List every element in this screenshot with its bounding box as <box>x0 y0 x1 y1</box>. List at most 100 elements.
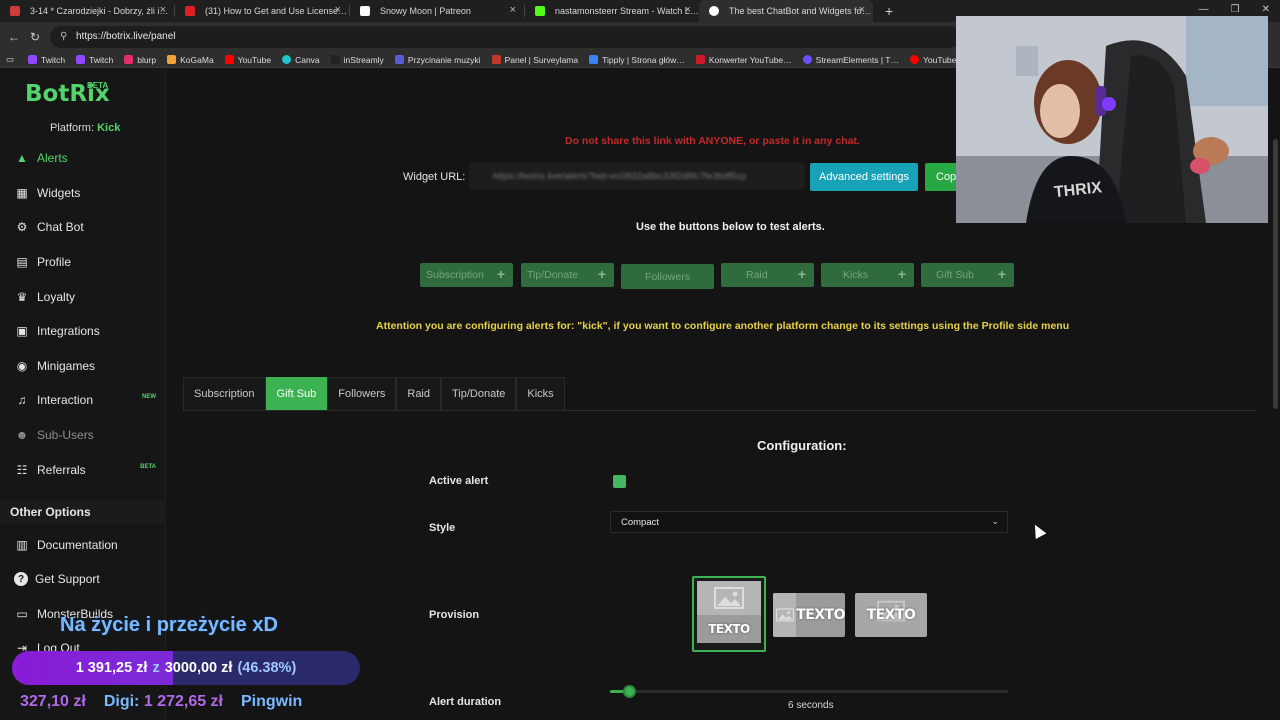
widget-url-field[interactable]: https://botrix.live/alerts?bid=ec0832a8b… <box>470 163 804 189</box>
test-followers-button[interactable]: Followers <box>621 264 714 289</box>
sidebar-item-profile[interactable]: ▤ Profile <box>14 252 164 272</box>
browser-tab[interactable]: Snowy Moon | Patreon × <box>350 0 524 22</box>
tab-followers[interactable]: Followers <box>327 377 397 411</box>
sidebar-item-label: Integrations <box>37 324 100 338</box>
sidebar-item-alerts[interactable]: ▲ Alerts <box>14 148 164 168</box>
bookmark-label: Twitch <box>89 54 114 65</box>
sidebar-item-loyalty[interactable]: ♛ Loyalty <box>14 287 164 307</box>
chevron-down-icon: ⌄ <box>991 516 999 526</box>
sidebar-item-documentation[interactable]: ▥ Documentation <box>14 535 164 555</box>
donation-goal-text: 1 391,25 zł z 3000,00 zł (46.38%) <box>12 651 360 685</box>
tab-favicon-icon <box>535 6 545 16</box>
bookmark-item[interactable]: inStreamly <box>330 55 384 65</box>
tab-title: nastamonsteerr Stream - Watch L… <box>555 6 699 16</box>
close-window-icon[interactable]: ✕ <box>1262 4 1270 15</box>
sidebar-item-chat-bot[interactable]: ⚙ Chat Bot <box>14 217 164 237</box>
bookmark-item[interactable]: Canva <box>282 55 320 65</box>
tabs-divider <box>183 410 1257 411</box>
close-tab-icon[interactable]: × <box>685 4 691 16</box>
provision-option-stacked[interactable]: TEXTO <box>692 576 766 652</box>
bookmark-label: blurp <box>137 54 157 65</box>
tab-gift-sub[interactable]: Gift Sub <box>265 377 328 411</box>
bookmark-item[interactable]: Panel | Surveylama <box>491 55 578 65</box>
bookmark-item[interactable]: blurp <box>124 55 156 65</box>
bookmark-item[interactable]: Tipply | Strona głów… <box>589 55 685 65</box>
sidebar-item-integrations[interactable]: ▣ Integrations <box>14 321 164 341</box>
ticker-entry: Digi: 1 272,65 zł <box>104 693 223 711</box>
bookmark-item[interactable]: YouTube <box>224 55 271 65</box>
browser-tab[interactable]: (31) How to Get and Use License… × <box>175 0 349 22</box>
sidebar-item-label: Minigames <box>37 359 96 373</box>
sidebar-item-sub-users[interactable]: ☻ Sub-Users <box>14 425 164 445</box>
advanced-settings-button[interactable]: Advanced settings <box>810 163 918 191</box>
tab-kicks[interactable]: Kicks <box>516 377 565 411</box>
bookmark-item[interactable]: Twitch <box>76 55 113 65</box>
tab-tip-donate[interactable]: Tip/Donate <box>441 377 517 411</box>
slider-thumb[interactable] <box>622 685 636 698</box>
bookmark-apps-icon[interactable]: ▭ <box>6 54 14 65</box>
close-tab-icon[interactable]: × <box>160 4 166 16</box>
bookmark-item[interactable]: Przycinanie muzyki <box>394 55 481 65</box>
page-scrollbar[interactable] <box>1273 139 1278 409</box>
sidebar-item-get-support[interactable]: ? Get Support <box>14 569 164 589</box>
integrations-icon: ▣ <box>16 324 28 338</box>
bookmark-item[interactable]: StreamElements | T… <box>802 55 899 65</box>
minimize-icon[interactable]: — <box>1199 4 1209 15</box>
test-kicks-button[interactable]: Kicks + <box>821 263 914 287</box>
sidebar-item-widgets[interactable]: ▦ Widgets <box>14 183 164 203</box>
browser-tab[interactable]: nastamonsteerr Stream - Watch L… × <box>525 0 699 22</box>
bookmark-favicon-icon <box>394 55 404 64</box>
other-options-heading: Other Options <box>0 500 166 524</box>
site-info-icon[interactable]: ⚲ <box>60 31 67 42</box>
test-raid-button[interactable]: Raid + <box>721 263 814 287</box>
test-subscription-button[interactable]: Subscription + <box>420 263 513 287</box>
reload-icon[interactable]: ↻ <box>30 30 40 44</box>
test-button-label: Raid <box>746 269 768 281</box>
browser-tab[interactable]: 3-14 * Czarodziejki - Dobrzy, źli i… × <box>0 0 174 22</box>
back-arrow-icon[interactable]: ← <box>8 30 20 44</box>
tab-raid[interactable]: Raid <box>396 377 441 411</box>
bookmark-label: KoGaMa <box>180 54 214 65</box>
test-tip-donate-button[interactable]: Tip/Donate + <box>521 263 614 287</box>
close-tab-icon[interactable]: × <box>335 4 341 16</box>
maximize-icon[interactable]: ❐ <box>1231 4 1240 15</box>
style-select[interactable]: Compact ⌄ <box>610 511 1008 533</box>
sidebar-item-referrals[interactable]: ☷ Referrals BETA <box>14 460 164 480</box>
provision-text-block: TEXTO <box>796 593 845 637</box>
bookmark-favicon-icon <box>124 55 134 64</box>
active-alert-checkbox[interactable] <box>613 475 626 488</box>
plus-icon: + <box>597 266 606 282</box>
sidebar-item-minigames[interactable]: ◉ Minigames <box>14 356 164 376</box>
new-tab-button[interactable]: + <box>885 3 893 19</box>
bookmark-item[interactable]: Twitch <box>28 55 65 65</box>
alert-type-tabs: Subscription Gift Sub Followers Raid Tip… <box>183 377 565 411</box>
sidebar-item-interaction[interactable]: ♫ Interaction NEW <box>14 390 164 410</box>
style-select-value: Compact <box>621 517 660 528</box>
ticker-entry: 327,10 zł <box>20 693 86 711</box>
monitor-icon: ▭ <box>16 607 28 621</box>
active-alert-label: Active alert <box>429 475 489 487</box>
bookmark-item[interactable]: Konwerter YouTube… <box>695 55 792 65</box>
tab-title: (31) How to Get and Use License… <box>205 6 348 16</box>
help-icon: ? <box>14 572 28 586</box>
ticker-amount: 327,10 zł <box>20 693 86 710</box>
close-tab-icon[interactable]: × <box>510 4 516 16</box>
sidebar-item-label: Documentation <box>37 538 118 552</box>
tab-favicon-icon <box>709 6 719 16</box>
provision-option-overlay[interactable]: TEXTO <box>855 593 927 637</box>
bookmark-favicon-icon <box>28 55 38 64</box>
test-gift-sub-button[interactable]: Gift Sub + <box>921 263 1014 287</box>
beta-badge: BETA <box>140 464 156 470</box>
browser-tab-active[interactable]: The best ChatBot and Widgets fo… × <box>699 0 873 22</box>
close-tab-icon[interactable]: × <box>859 4 865 16</box>
platform-attention-text: Attention you are configuring alerts for… <box>376 320 1070 332</box>
goal-current: 1 391,25 zł <box>75 660 148 676</box>
bookmark-item[interactable]: KoGaMa <box>167 55 214 65</box>
tab-subscription[interactable]: Subscription <box>183 377 266 411</box>
url-input[interactable]: ⚲ https://botrix.live/panel <box>50 26 960 48</box>
robot-icon: ⚙ <box>16 220 28 234</box>
tab-title: Snowy Moon | Patreon <box>380 6 471 16</box>
alert-duration-slider[interactable] <box>610 685 1008 698</box>
trophy-icon: ♛ <box>16 290 28 304</box>
provision-option-side[interactable]: TEXTO <box>773 593 845 637</box>
